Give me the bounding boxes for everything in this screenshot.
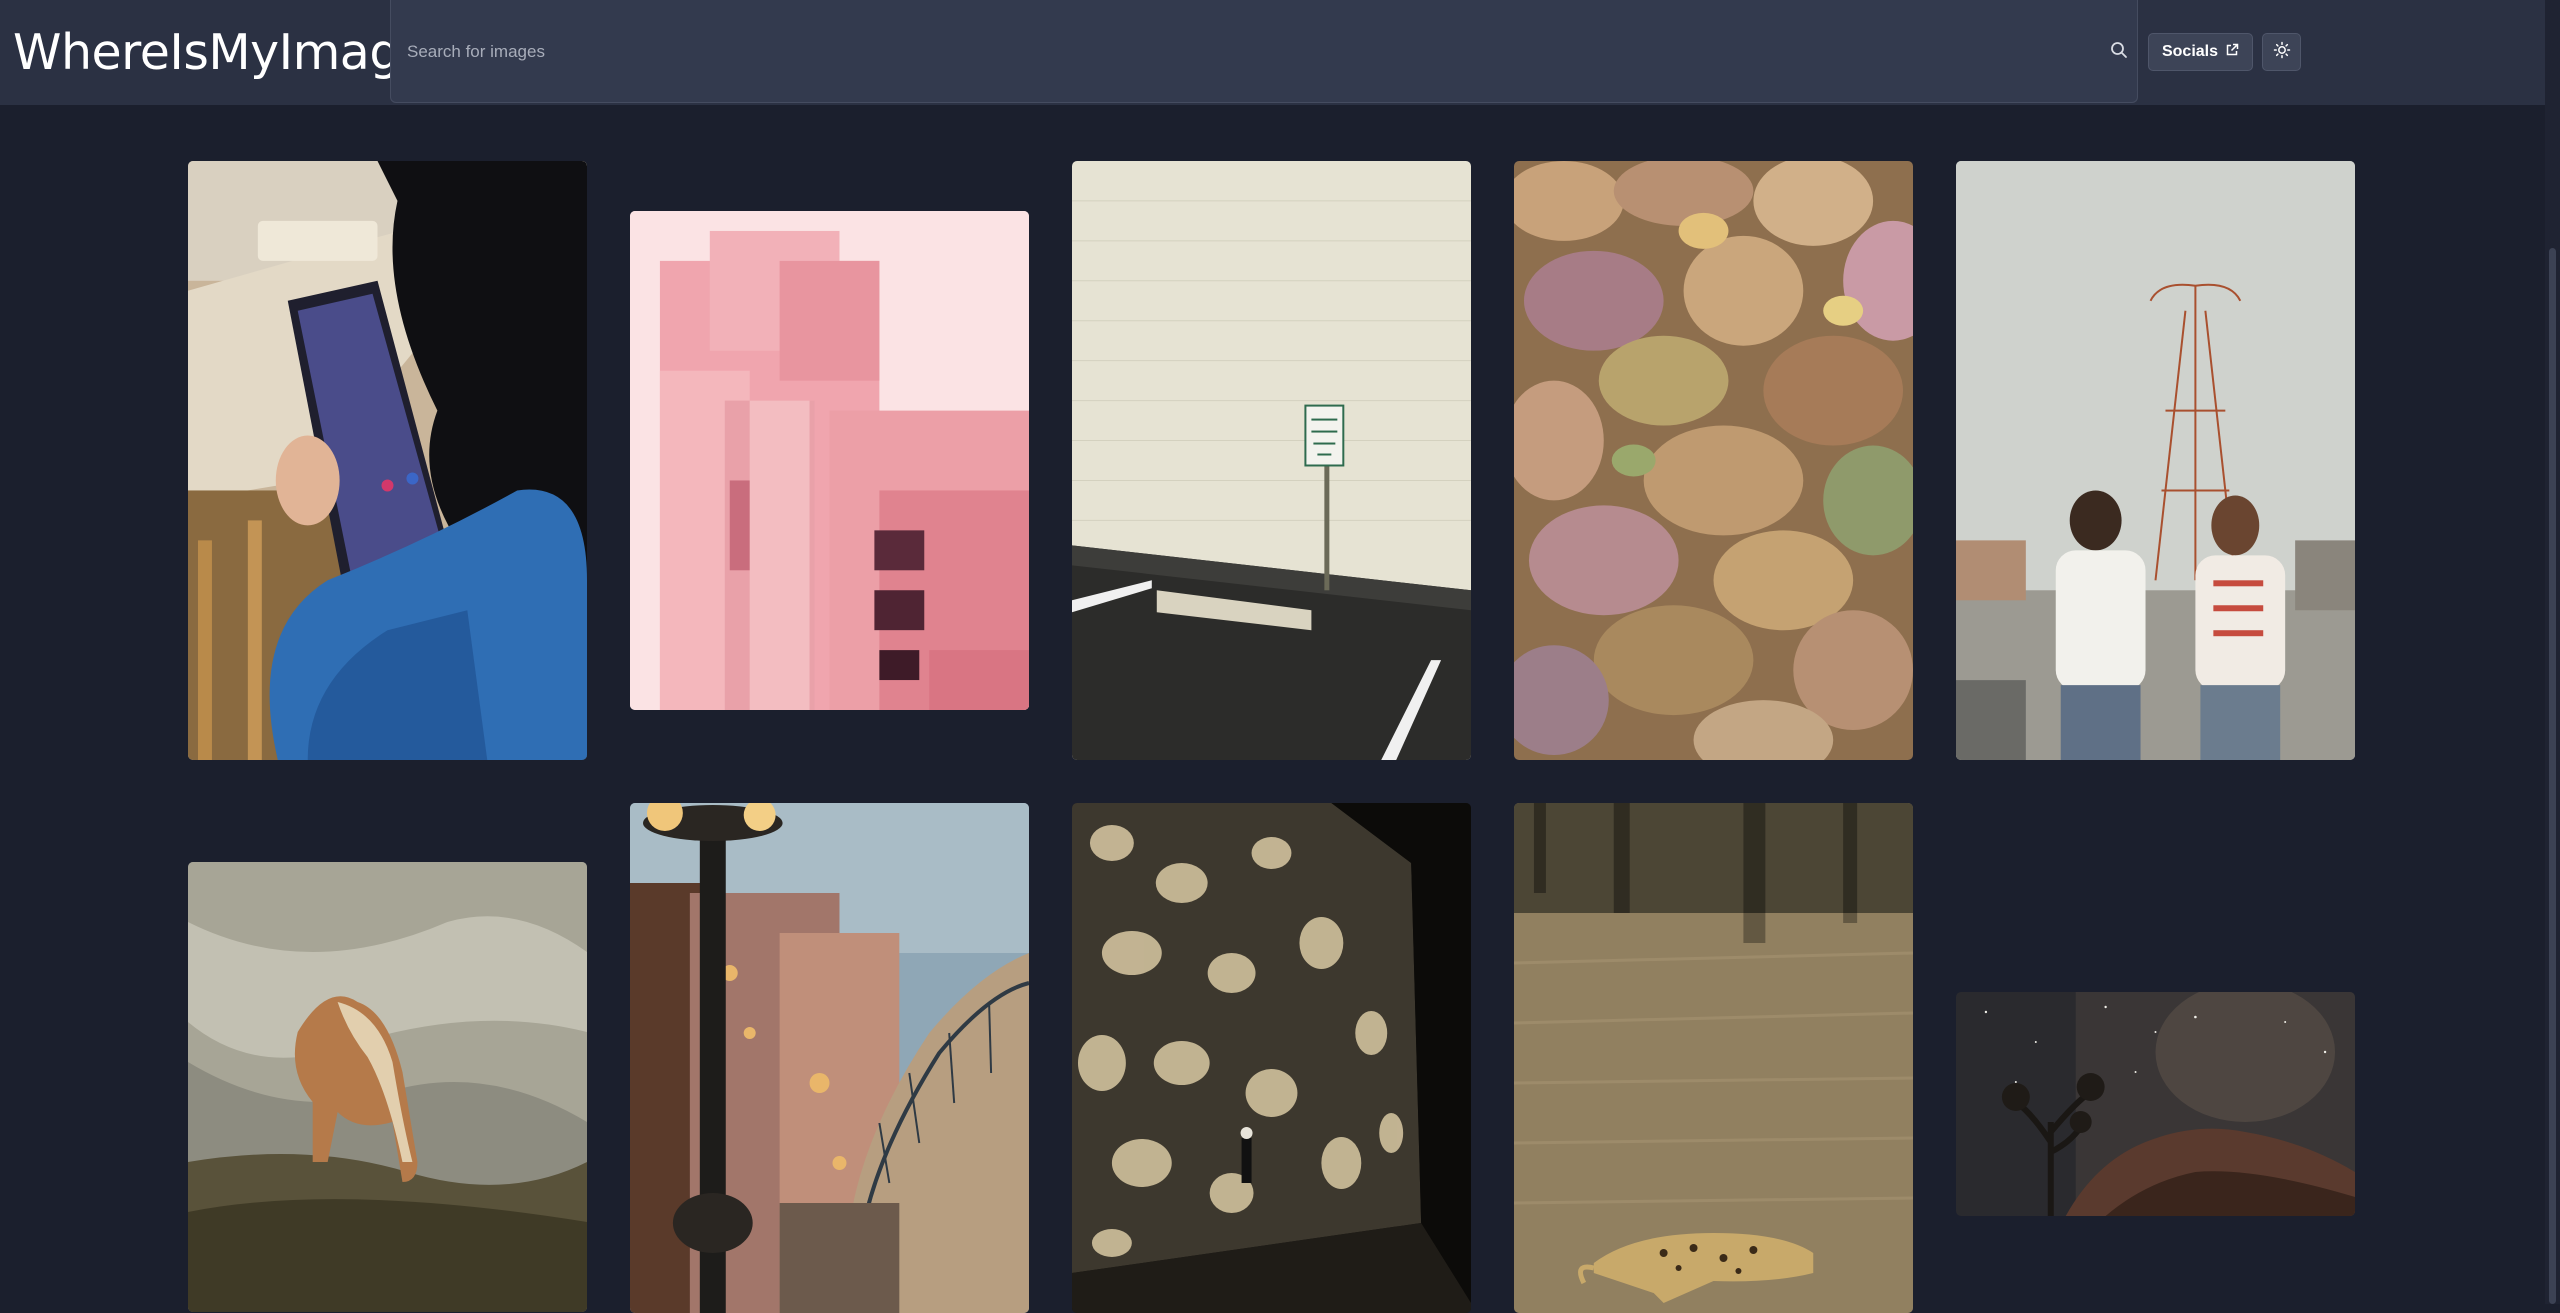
search-input[interactable] bbox=[405, 31, 2049, 73]
gallery-image-pink-building[interactable] bbox=[630, 211, 1029, 710]
gallery-image-night-sky[interactable] bbox=[1956, 992, 2355, 1216]
gallery-image-leopard[interactable] bbox=[1514, 803, 1913, 1313]
gallery-image-parachute-tower[interactable] bbox=[1956, 161, 2355, 760]
gallery-image-dried-roses[interactable] bbox=[1514, 161, 1913, 760]
scrollbar-thumb[interactable] bbox=[2549, 248, 2556, 1304]
gallery-image-shadow-wall[interactable] bbox=[1072, 803, 1471, 1313]
sun-icon bbox=[2273, 41, 2291, 64]
socials-button[interactable]: Socials bbox=[2148, 33, 2253, 71]
search-bar[interactable] bbox=[390, 0, 2138, 103]
gallery-image-lamp-building[interactable] bbox=[630, 803, 1029, 1313]
socials-label: Socials bbox=[2161, 43, 2219, 60]
external-link-icon bbox=[2225, 43, 2239, 62]
gallery-image-parking-sign[interactable] bbox=[1072, 161, 1471, 760]
theme-toggle-button[interactable] bbox=[2262, 33, 2301, 71]
search-icon[interactable] bbox=[2110, 41, 2128, 59]
top-header: WhereIsMyImage Socials bbox=[0, 0, 2545, 105]
app-logo[interactable]: WhereIsMyImage bbox=[13, 22, 430, 84]
gallery-image-horse[interactable] bbox=[188, 862, 587, 1312]
gallery-image-tablet[interactable] bbox=[188, 161, 587, 760]
